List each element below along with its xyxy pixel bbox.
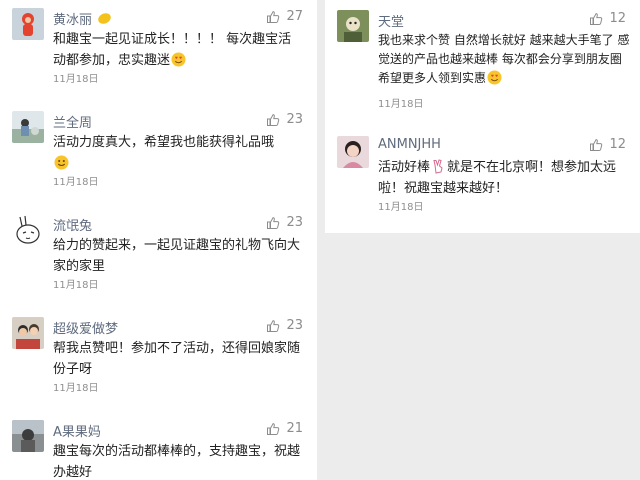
smile-emoji-icon: [54, 155, 69, 170]
thumbs-up-icon: [267, 10, 280, 23]
like-button[interactable]: 23: [266, 318, 303, 333]
comment-date: 11月18日: [53, 280, 99, 291]
comment-column-left: 黄冰丽 27 和趣宝一起见证成长！！！！ 每次趣宝活动都参加，忠实趣迷 11月1…: [0, 0, 317, 480]
comment-text-body: 活动力度真大，希望我也能获得礼品哦: [53, 135, 275, 150]
avatar[interactable]: [337, 10, 369, 42]
like-button[interactable]: 23: [266, 112, 303, 127]
avatar[interactable]: [12, 420, 44, 452]
like-count: 12: [609, 137, 626, 152]
commenter-name[interactable]: 天堂: [378, 11, 404, 30]
thumbs-up-icon: [590, 12, 603, 25]
like-count: 27: [286, 9, 303, 24]
avatar[interactable]: [12, 214, 44, 246]
victory-hand-emoji-icon: [431, 159, 446, 174]
thumbs-up-icon: [267, 216, 280, 229]
like-button[interactable]: 23: [266, 215, 303, 230]
comment-item: 天堂 12 我也来求个赞 自然增长就好 越来越大手笔了 感觉送的产品也越来越棒 …: [325, 6, 640, 116]
comment-date: 11月18日: [378, 202, 424, 213]
comment-column-right: 天堂 12 我也来求个赞 自然增长就好 越来越大手笔了 感觉送的产品也越来越棒 …: [325, 0, 640, 233]
like-button[interactable]: 21: [266, 421, 303, 436]
like-count: 21: [286, 421, 303, 436]
commenter-name[interactable]: 兰全周: [53, 112, 92, 131]
avatar[interactable]: [337, 136, 369, 168]
heart-eyes-emoji-icon: [487, 70, 502, 85]
comment-text: 给力的赞起来，一起见证趣宝的礼物飞向大家的家里: [53, 238, 301, 274]
comment-date: 11月18日: [53, 74, 99, 85]
commenter-name[interactable]: 超级爱做梦: [53, 318, 118, 337]
avatar[interactable]: [12, 8, 44, 40]
comment-item: 超级爱做梦 23 帮我点赞吧！参加不了活动，还得回娘家随份子呀 11月18日: [0, 313, 317, 403]
comment-text: 趣宝每次的活动都棒棒的，支持趣宝，祝越办越好: [53, 444, 301, 480]
thumbs-up-icon: [267, 319, 280, 332]
like-count: 12: [609, 11, 626, 26]
comment-date: 11月18日: [53, 177, 99, 188]
thumbs-up-icon: [267, 113, 280, 126]
thumbs-up-icon: [267, 422, 280, 435]
comment-text: 帮我点赞吧！参加不了活动，还得回娘家随份子呀: [53, 341, 301, 377]
avatar[interactable]: [12, 111, 44, 143]
comment-date: 11月18日: [53, 383, 99, 394]
commenter-name[interactable]: 黄冰丽: [53, 9, 92, 28]
comment-text: 活动力度真大，希望我也能获得礼品哦: [53, 132, 303, 174]
comment-text: 和趣宝一起见证成长！！！！ 每次趣宝活动都参加，忠实趣迷: [53, 29, 303, 71]
comment-text: 活动好棒 就是不在北京啊！想参加太远啦！祝趣宝越来越好！: [378, 157, 630, 199]
commenter-name[interactable]: ANMNJHH: [378, 137, 441, 152]
yellow-badge-icon: [97, 11, 112, 26]
comment-text-body: 我也来求个赞 自然增长就好 越来越大手笔了 感觉送的产品也越来越棒 每次都会分享…: [378, 33, 630, 85]
like-button[interactable]: 12: [589, 11, 626, 26]
comment-item: ANMNJHH 12 活动好棒 就是不在北京啊！想参加太远啦！祝趣宝越来越好！ 1…: [325, 132, 640, 222]
commenter-name[interactable]: 流氓兔: [53, 215, 92, 234]
comment-text: 我也来求个赞 自然增长就好 越来越大手笔了 感觉送的产品也越来越棒 每次都会分享…: [378, 31, 630, 88]
comment-item: 流氓兔 23 给力的赞起来，一起见证趣宝的礼物飞向大家的家里 11月18日: [0, 210, 317, 300]
like-button[interactable]: 12: [589, 137, 626, 152]
comment-item: 兰全周 23 活动力度真大，希望我也能获得礼品哦 11月18日: [0, 107, 317, 197]
comment-text-body: 活动好棒: [378, 160, 431, 175]
commenter-name[interactable]: A果果妈: [53, 421, 101, 440]
comment-item: A果果妈 21 趣宝每次的活动都棒棒的，支持趣宝，祝越办越好: [0, 416, 317, 480]
like-count: 23: [286, 215, 303, 230]
thumbs-up-icon: [590, 138, 603, 151]
like-button[interactable]: 27: [266, 9, 303, 24]
like-count: 23: [286, 318, 303, 333]
comment-item: 黄冰丽 27 和趣宝一起见证成长！！！！ 每次趣宝活动都参加，忠实趣迷 11月1…: [0, 4, 317, 94]
avatar[interactable]: [12, 317, 44, 349]
like-count: 23: [286, 112, 303, 127]
comment-date: 11月18日: [378, 99, 424, 110]
heart-eyes-emoji-icon: [171, 52, 186, 67]
